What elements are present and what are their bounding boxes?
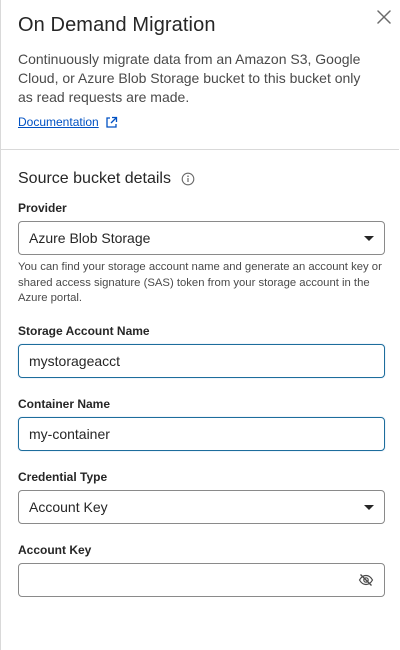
container-name-input[interactable]: my-container bbox=[18, 417, 385, 451]
source-section-title-text: Source bucket details bbox=[18, 170, 171, 187]
storage-account-label: Storage Account Name bbox=[18, 324, 150, 338]
provider-label: Provider bbox=[18, 201, 67, 215]
panel-title: On Demand Migration bbox=[18, 14, 216, 36]
storage-account-value: mystorageacct bbox=[29, 353, 121, 369]
source-section-title: Source bucket details bbox=[18, 170, 195, 188]
credential-type-select[interactable]: Account Key bbox=[18, 490, 385, 524]
external-link-icon bbox=[106, 116, 117, 128]
close-icon[interactable] bbox=[375, 8, 393, 26]
migration-panel: On Demand Migration Continuously migrate… bbox=[0, 0, 399, 650]
account-key-label: Account Key bbox=[18, 543, 92, 557]
provider-select[interactable]: Azure Blob Storage bbox=[18, 221, 385, 255]
credential-type-label: Credential Type bbox=[18, 470, 108, 484]
account-key-input[interactable] bbox=[18, 563, 385, 597]
container-name-value: my-container bbox=[29, 426, 110, 442]
eye-off-icon[interactable] bbox=[358, 572, 374, 588]
storage-account-input[interactable]: mystorageacct bbox=[18, 344, 385, 378]
info-icon[interactable] bbox=[181, 172, 195, 186]
chevron-down-icon bbox=[364, 235, 374, 241]
panel-description: Continuously migrate data from an Amazon… bbox=[18, 51, 361, 105]
container-name-label: Container Name bbox=[18, 397, 111, 411]
chevron-down-icon bbox=[364, 504, 374, 510]
provider-select-value: Azure Blob Storage bbox=[29, 230, 151, 246]
documentation-link-label: Documentation bbox=[18, 115, 99, 129]
credential-type-value: Account Key bbox=[29, 499, 108, 515]
provider-helper-text: You can find your storage account name a… bbox=[18, 261, 382, 304]
panel-header: On Demand Migration Continuously migrate… bbox=[1, 0, 399, 150]
documentation-link[interactable]: Documentation bbox=[18, 115, 118, 129]
